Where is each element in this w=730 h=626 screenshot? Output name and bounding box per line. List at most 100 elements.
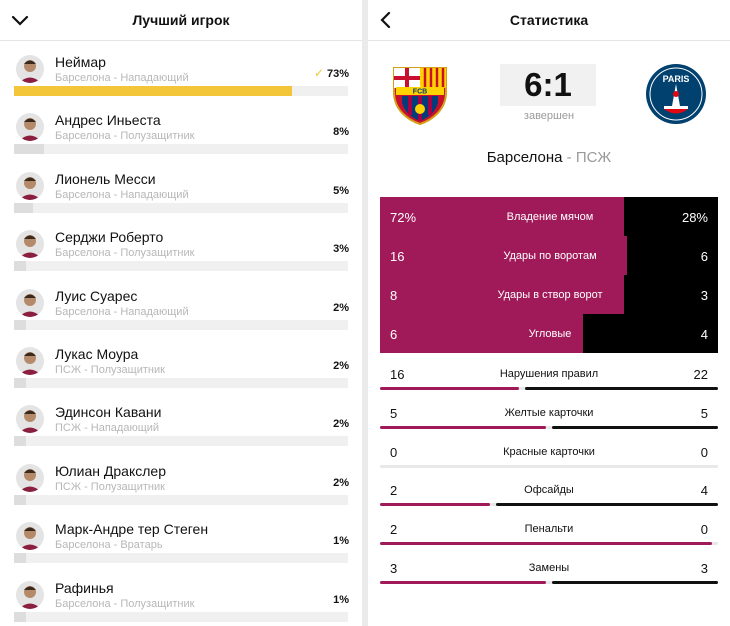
player-avatar [16, 580, 44, 609]
player-name: Юлиан Дракслер [55, 462, 166, 479]
away-stat-value: 0 [700, 444, 708, 460]
page-title: Лучший игрок [132, 12, 230, 28]
vote-progress-fill [14, 378, 26, 388]
vote-progress-fill [14, 319, 26, 330]
home-stat-bar [380, 503, 490, 507]
home-stat-bar [380, 581, 546, 584]
player-avatar [16, 522, 44, 551]
player-row[interactable]: Эдинсон Кавани ПСЖ - Нападающий 2% [0, 398, 362, 456]
vote-progress-fill [14, 261, 26, 272]
player-percent: 8% [333, 126, 349, 139]
vote-progress-bar [14, 494, 348, 505]
home-stat-value: 5 [390, 405, 398, 421]
player-percent: 5% [333, 184, 349, 197]
away-stat-value: 5 [700, 405, 708, 421]
away-stat-value: 4 [700, 327, 708, 342]
player-percent: 1% [333, 535, 349, 548]
stat-row-filled: 8 Удары в створ ворот 3 [380, 275, 718, 314]
home-stat-value: 16 [390, 367, 405, 382]
best-player-panel: Лучший игрок Неймар Барселона - Нападающи… [0, 0, 362, 626]
away-stat-bar [552, 581, 718, 584]
vote-progress-fill [14, 553, 26, 564]
player-name: Серджи Роберто [55, 229, 164, 246]
vote-progress-bar [14, 436, 348, 447]
vote-progress-bar [14, 319, 348, 330]
barca-logo-text: FCB [413, 89, 427, 96]
away-stat-value: 3 [700, 288, 708, 303]
player-row[interactable]: Андрес Иньеста Барселона - Полузащитник 8% [0, 106, 362, 164]
player-row[interactable]: Марк-Андре тер Стеген Барселона - Вратарь… [0, 515, 362, 573]
away-stat-value: 4 [700, 483, 708, 499]
vote-progress-fill [14, 494, 26, 505]
stat-row-filled: 6 Угловые 4 [380, 314, 718, 353]
away-stat-value: 6 [700, 249, 708, 264]
stat-label: Замены [528, 562, 570, 574]
home-stat-value: 2 [390, 522, 398, 538]
player-percent: 1% [333, 593, 349, 606]
player-row[interactable]: Неймар Барселона - Нападающий ✓ 73% [0, 48, 362, 106]
stat-label: Желтые карточки [504, 406, 594, 419]
away-stat-value: 22 [693, 367, 708, 382]
player-team-role: ПСЖ - Полузащитник [55, 364, 165, 376]
player-team-role: Барселона - Полузащитник [55, 130, 195, 143]
stat-row: 5 Желтые карточки 5 [380, 400, 718, 438]
psg-logo-icon: PARIS [646, 64, 706, 124]
player-row[interactable]: Луис Суарес Барселона - Нападающий 2% [0, 282, 362, 340]
vote-progress-fill [14, 202, 34, 213]
vote-progress-fill [14, 436, 26, 447]
vote-progress-fill [14, 86, 292, 96]
home-stat-value: 3 [390, 561, 398, 576]
player-avatar [16, 113, 44, 142]
vote-progress-bar [14, 611, 348, 622]
stat-row: 2 Офсайды 4 [380, 477, 718, 515]
player-avatar [16, 171, 44, 200]
stat-bar-track [380, 464, 718, 468]
player-row[interactable]: Рафинья Барселона - Полузащитник 1% [0, 574, 362, 626]
player-row[interactable]: Юлиан Дракслер ПСЖ - Полузащитник 2% [0, 457, 362, 515]
player-name: Эдинсон Кавани [55, 404, 162, 421]
player-percent: 3% [333, 243, 349, 256]
home-stat-value: 16 [390, 249, 405, 264]
home-stat-value: 0 [390, 444, 398, 460]
stat-label: Удары в створ ворот [497, 289, 603, 301]
player-team-role: ПСЖ - Нападающий [55, 422, 160, 435]
player-avatar [16, 405, 44, 434]
best-player-header: Лучший игрок [0, 0, 362, 41]
statistics-header: Статистика [368, 0, 730, 41]
player-team-role: Барселона - Полузащитник [55, 597, 195, 610]
stat-label: Красные карточки [503, 445, 595, 458]
stat-row-filled: 72% Владение мячом 28% [380, 197, 718, 236]
player-name: Андрес Иньеста [55, 112, 161, 129]
player-team-role: Барселона - Вратарь [55, 539, 163, 552]
vote-progress-fill [14, 611, 26, 622]
player-percent: 73% [326, 68, 349, 80]
vote-progress-bar [14, 553, 348, 564]
away-stat-value: 3 [700, 561, 708, 576]
vote-progress-bar [14, 202, 348, 213]
match-title: Барселона - ПСЖ [368, 149, 730, 166]
player-avatar [16, 347, 44, 375]
away-stat-value: 28% [681, 210, 708, 225]
player-avatar [16, 288, 44, 317]
page-title: Статистика [509, 12, 589, 28]
away-stat-bar [552, 425, 718, 429]
player-name: Лионель Месси [55, 170, 156, 187]
player-row[interactable]: Лукас Моура ПСЖ - Полузащитник 2% [0, 340, 362, 398]
player-percent: 2% [333, 476, 349, 489]
score: 6:1 [500, 64, 596, 106]
psg-logo-text: PARIS [663, 74, 690, 84]
player-row[interactable]: Серджи Роберто Барселона - Полузащитник 3% [0, 223, 362, 281]
vote-progress-bar [14, 261, 348, 272]
player-percent: 2% [333, 418, 349, 431]
home-stat-value: 6 [390, 327, 398, 342]
stat-label: Удары по воротам [503, 250, 597, 262]
player-team-role: Барселона - Нападающий [55, 72, 189, 84]
stat-label: Пенальти [524, 523, 574, 536]
player-name: Неймар [55, 54, 106, 70]
player-team-role: ПСЖ - Полузащитник [55, 480, 165, 493]
home-stat-bar [380, 425, 546, 429]
stat-row: 2 Пенальти 0 [380, 516, 718, 554]
player-avatar [16, 463, 44, 492]
player-row[interactable]: Лионель Месси Барселона - Нападающий 5% [0, 165, 362, 223]
stat-label: Офсайды [524, 484, 574, 497]
